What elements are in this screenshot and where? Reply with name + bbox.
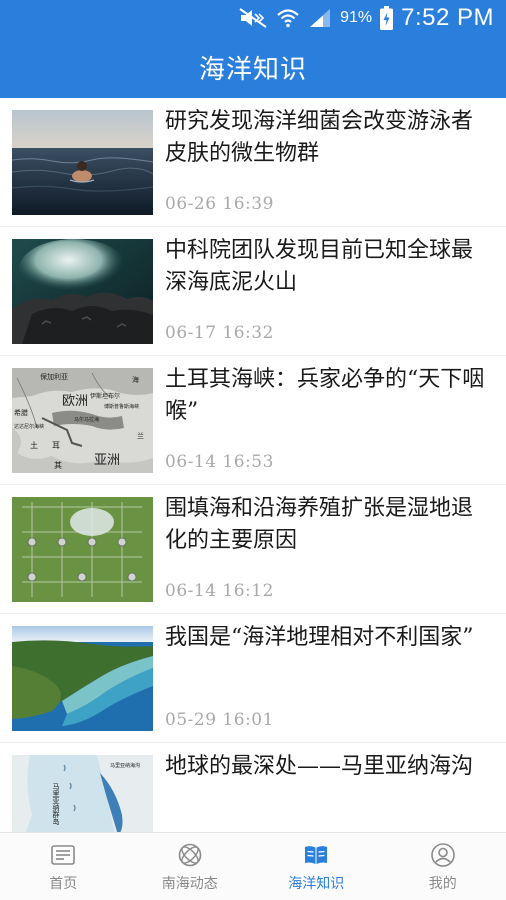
article-title: 我国是“海洋地理相对不利国家” — [165, 625, 474, 650]
nav-mine[interactable]: 我的 — [380, 833, 506, 900]
nav-label: 首页 — [49, 876, 78, 892]
map-label-fu: 土 — [30, 440, 38, 450]
open-book-icon — [305, 846, 328, 864]
battery-charging-icon — [380, 6, 394, 30]
nav-label: 海洋知识 — [288, 876, 345, 892]
map-label-bosporus: 博斯普鲁斯海峡 — [104, 403, 139, 410]
nav-ocean-knowledge[interactable]: 海洋知识 — [253, 833, 380, 900]
article-thumbnail: 马里亚纳海沟 马里亚纳群岛 — [12, 755, 153, 832]
article-time: 06-26 16:39 — [165, 194, 274, 214]
map-label-asia: 亚洲 — [94, 453, 120, 468]
map-label-greece: 希腊 — [14, 408, 28, 417]
article-title: 土耳其海峡：兵家必争的“天下咽喉” — [165, 367, 485, 424]
nav-home[interactable]: 首页 — [0, 833, 127, 900]
article-thumbnail — [12, 497, 153, 602]
user-circle-icon — [430, 843, 455, 867]
article-item[interactable]: 马里亚纳海沟 马里亚纳群岛 地球的最深处——马里亚纳海沟 — [0, 743, 506, 832]
article-item[interactable]: 围填海和沿海养殖扩张是湿地退化的主要原因 06-14 16:12 — [0, 485, 506, 614]
nav-south-sea-news[interactable]: 南海动态 — [127, 833, 254, 900]
map-label-marmara: 马尔马拉海 — [74, 416, 99, 423]
article-item[interactable]: 研究发现海洋细菌会改变游泳者皮肤的微生物群 06-26 16:39 — [0, 98, 506, 227]
article-thumbnail — [12, 239, 153, 344]
article-time: 05-29 16:01 — [165, 710, 274, 730]
nav-label: 南海动态 — [161, 876, 218, 892]
status-icons: 91% 7:52 PM — [238, 3, 494, 33]
phone-screen: 91% 7:52 PM 海洋知识 研究发现海洋细菌会改变游泳者皮肤的微生物群 0… — [0, 0, 506, 900]
map-label-sea: 海 — [132, 375, 139, 384]
article-title: 研究发现海洋细菌会改变游泳者皮肤的微生物群 — [165, 109, 474, 166]
article-thumbnail — [12, 110, 153, 215]
clock: 7:52 PM — [401, 4, 494, 31]
map-label-europe: 欧洲 — [62, 394, 88, 409]
status-bar: 91% 7:52 PM — [0, 0, 506, 36]
article-title: 地球的最深处——马里亚纳海沟 — [165, 754, 474, 779]
map-label-qi: 其 — [54, 461, 62, 470]
nav-label: 我的 — [428, 876, 457, 892]
map-label-islands: 马里亚纳群岛 — [52, 783, 60, 826]
bottom-navigation: 首页 南海动态 海洋知识 我的 — [0, 832, 506, 900]
map-label-dardanelles: 达达尼尔海峡 — [14, 423, 44, 430]
article-time: 06-14 16:53 — [165, 452, 274, 472]
map-label-bulgaria: 保加利亚 — [40, 372, 68, 381]
map-label-trench: 马里亚纳海沟 — [110, 762, 140, 769]
page-title: 海洋知识 — [198, 54, 307, 85]
article-title: 围填海和沿海养殖扩张是湿地退化的主要原因 — [165, 496, 474, 553]
article-list[interactable]: 研究发现海洋细菌会改变游泳者皮肤的微生物群 06-26 16:39 中科院团队发… — [0, 98, 506, 832]
orbit-icon — [178, 843, 202, 867]
article-thumbnail: 欧洲 亚洲 保加利亚 希腊 海 伊斯坦布尔 博斯普鲁斯海峡 达达尼尔海峡 马尔马… — [12, 368, 153, 473]
news-icon — [51, 845, 76, 865]
signal-icon — [308, 7, 332, 29]
map-label-er: 耳 — [52, 441, 60, 450]
map-label-lan: 兰 — [137, 431, 144, 440]
article-title: 中科院团队发现目前已知全球最深海底泥火山 — [165, 238, 474, 295]
article-time: 06-17 16:32 — [165, 323, 274, 343]
mute-icon — [238, 7, 268, 29]
article-item[interactable]: 中科院团队发现目前已知全球最深海底泥火山 06-17 16:32 — [0, 227, 506, 356]
app-bar: 海洋知识 — [0, 36, 506, 98]
article-thumbnail — [12, 626, 153, 731]
article-item[interactable]: 欧洲 亚洲 保加利亚 希腊 海 伊斯坦布尔 博斯普鲁斯海峡 达达尼尔海峡 马尔马… — [0, 356, 506, 485]
battery-percent: 91% — [340, 9, 373, 26]
article-time: 06-14 16:12 — [165, 581, 274, 601]
wifi-icon — [276, 7, 300, 29]
article-item[interactable]: 我国是“海洋地理相对不利国家” 05-29 16:01 — [0, 614, 506, 743]
map-label-istanbul: 伊斯坦布尔 — [90, 392, 120, 400]
